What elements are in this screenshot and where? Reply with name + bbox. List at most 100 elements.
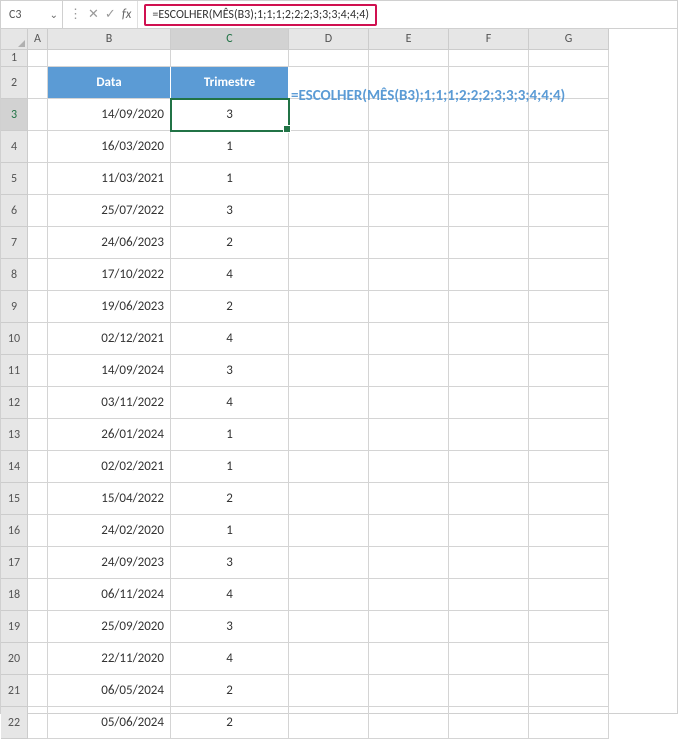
cell-E16[interactable] — [369, 515, 449, 547]
cell-D7[interactable] — [289, 227, 369, 259]
cell-F8[interactable] — [449, 259, 529, 291]
cell-C8[interactable]: 4 — [171, 259, 289, 291]
cell-D4[interactable] — [289, 131, 369, 163]
cell-B6[interactable]: 25/07/2022 — [48, 195, 171, 227]
cell-G11[interactable] — [529, 355, 609, 387]
cell-G9[interactable] — [529, 291, 609, 323]
cell-B4[interactable]: 16/03/2020 — [48, 131, 171, 163]
name-box[interactable]: C3 ⌄ — [1, 1, 63, 28]
cell-E10[interactable] — [369, 323, 449, 355]
cell-C22[interactable]: 2 — [171, 707, 289, 739]
row-header[interactable]: 11 — [1, 355, 28, 387]
cell-B12[interactable]: 03/11/2022 — [48, 387, 171, 419]
cell-B3[interactable]: 14/09/2020 — [48, 99, 171, 131]
cancel-icon[interactable]: ✕ — [88, 7, 99, 22]
cell-A9[interactable] — [28, 291, 48, 323]
formula-input[interactable]: =ESCOLHER(MÊS(B3);1;1;1;2;2;2;3;3;3;4;4;… — [144, 4, 377, 26]
cell-F13[interactable] — [449, 419, 529, 451]
cell-E1[interactable] — [369, 50, 449, 67]
cell-G17[interactable] — [529, 547, 609, 579]
cell-C19[interactable]: 3 — [171, 611, 289, 643]
cell-E13[interactable] — [369, 419, 449, 451]
cell-E5[interactable] — [369, 163, 449, 195]
cell-F12[interactable] — [449, 387, 529, 419]
cell-B21[interactable]: 06/05/2024 — [48, 675, 171, 707]
cell-E19[interactable] — [369, 611, 449, 643]
cell-G1[interactable] — [529, 50, 609, 67]
row-header[interactable]: 21 — [1, 675, 28, 707]
cell-G13[interactable] — [529, 419, 609, 451]
cell-D14[interactable] — [289, 451, 369, 483]
cell-C12[interactable]: 4 — [171, 387, 289, 419]
cell-A2[interactable] — [28, 67, 48, 99]
cell-G12[interactable] — [529, 387, 609, 419]
cell-B13[interactable]: 26/01/2024 — [48, 419, 171, 451]
cell-C7[interactable]: 2 — [171, 227, 289, 259]
row-header[interactable]: 9 — [1, 291, 28, 323]
cell-F9[interactable] — [449, 291, 529, 323]
cell-A13[interactable] — [28, 419, 48, 451]
row-header[interactable]: 8 — [1, 259, 28, 291]
cell-D15[interactable] — [289, 483, 369, 515]
chevron-down-icon[interactable]: ⌄ — [50, 8, 58, 21]
cell-D9[interactable] — [289, 291, 369, 323]
cell-D11[interactable] — [289, 355, 369, 387]
cell-F16[interactable] — [449, 515, 529, 547]
cell-E6[interactable] — [369, 195, 449, 227]
row-header[interactable]: 7 — [1, 227, 28, 259]
row-header[interactable]: 16 — [1, 515, 28, 547]
cell-E17[interactable] — [369, 547, 449, 579]
cell-B2[interactable]: Data — [48, 67, 171, 99]
cell-E12[interactable] — [369, 387, 449, 419]
cell-A6[interactable] — [28, 195, 48, 227]
cell-C21[interactable]: 2 — [171, 675, 289, 707]
cell-C2[interactable]: Trimestre — [171, 67, 289, 99]
cell-F22[interactable] — [449, 707, 529, 739]
row-header[interactable]: 15 — [1, 483, 28, 515]
cell-C5[interactable]: 1 — [171, 163, 289, 195]
cell-B9[interactable]: 19/06/2023 — [48, 291, 171, 323]
cell-F11[interactable] — [449, 355, 529, 387]
cell-B5[interactable]: 11/03/2021 — [48, 163, 171, 195]
col-header-A[interactable]: A — [28, 29, 48, 50]
row-header[interactable]: 3 — [1, 99, 28, 131]
cell-B16[interactable]: 24/02/2020 — [48, 515, 171, 547]
row-header[interactable]: 1 — [1, 50, 28, 67]
cell-F7[interactable] — [449, 227, 529, 259]
row-header[interactable]: 19 — [1, 611, 28, 643]
cell-B10[interactable]: 02/12/2021 — [48, 323, 171, 355]
cell-G20[interactable] — [529, 643, 609, 675]
cell-G22[interactable] — [529, 707, 609, 739]
col-header-E[interactable]: E — [369, 29, 449, 50]
cell-A1[interactable] — [28, 50, 48, 67]
cell-F18[interactable] — [449, 579, 529, 611]
cell-D20[interactable] — [289, 643, 369, 675]
cell-G10[interactable] — [529, 323, 609, 355]
accept-icon[interactable]: ✓ — [105, 7, 116, 22]
cell-A16[interactable] — [28, 515, 48, 547]
cell-A14[interactable] — [28, 451, 48, 483]
cell-B11[interactable]: 14/09/2024 — [48, 355, 171, 387]
cell-G18[interactable] — [529, 579, 609, 611]
cell-F6[interactable] — [449, 195, 529, 227]
cell-G7[interactable] — [529, 227, 609, 259]
cell-G14[interactable] — [529, 451, 609, 483]
cell-A8[interactable] — [28, 259, 48, 291]
cell-C10[interactable]: 4 — [171, 323, 289, 355]
cell-D21[interactable] — [289, 675, 369, 707]
cell-A22[interactable] — [28, 707, 48, 739]
cell-C13[interactable]: 1 — [171, 419, 289, 451]
cell-D1[interactable] — [289, 50, 369, 67]
select-all-corner[interactable] — [1, 29, 28, 50]
row-header[interactable]: 2 — [1, 67, 28, 99]
cell-E22[interactable] — [369, 707, 449, 739]
cell-E18[interactable] — [369, 579, 449, 611]
row-header[interactable]: 6 — [1, 195, 28, 227]
cell-D5[interactable] — [289, 163, 369, 195]
row-header[interactable]: 17 — [1, 547, 28, 579]
cell-C4[interactable]: 1 — [171, 131, 289, 163]
cell-A12[interactable] — [28, 387, 48, 419]
cell-B8[interactable]: 17/10/2022 — [48, 259, 171, 291]
row-header[interactable]: 14 — [1, 451, 28, 483]
cell-F1[interactable] — [449, 50, 529, 67]
